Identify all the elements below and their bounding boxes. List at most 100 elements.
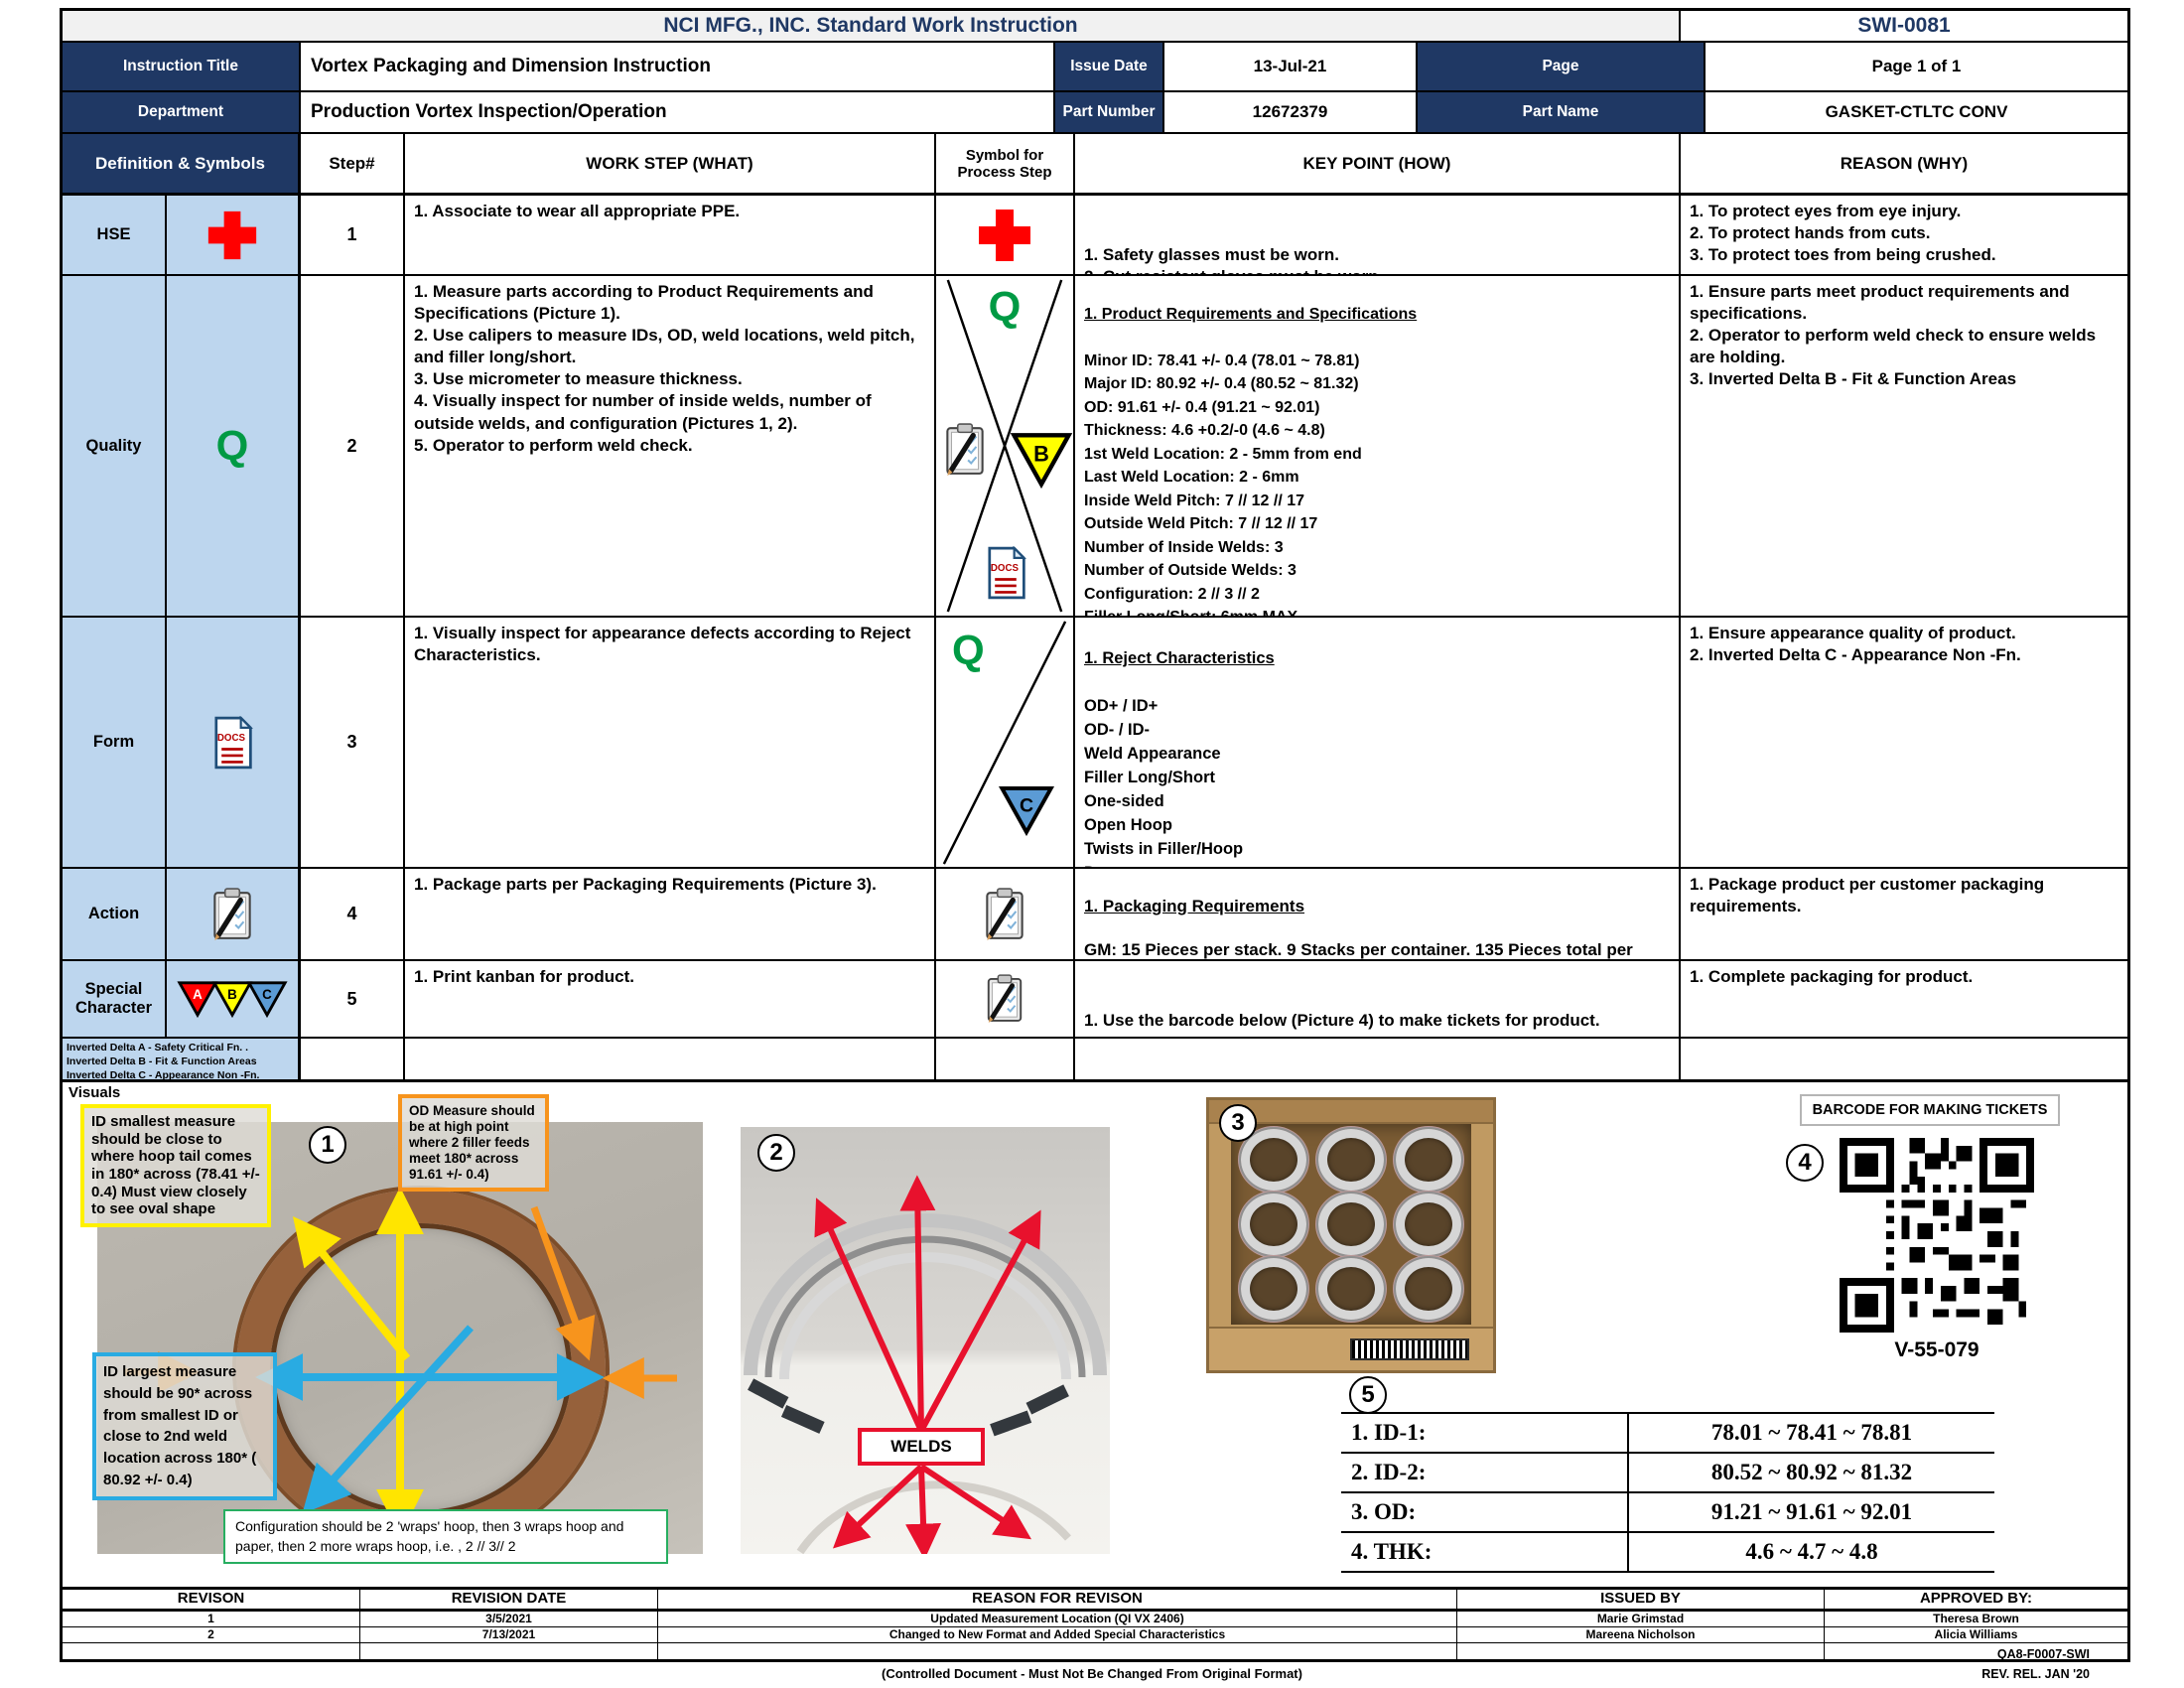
category-label-form: Form [63,618,167,869]
col-header-definition: Definition & Symbols [63,134,301,196]
gasket-stack [1241,1129,1306,1191]
clipboard-pencil-icon [209,888,255,941]
quality-q-icon: Q [952,630,985,671]
symbol-cell-hse [936,196,1075,276]
category-label-quality: Quality [63,276,167,618]
title-row: NCI MFG., INC. Standard Work Instruction… [63,11,2127,43]
welds-arrows-overlay [741,1127,1110,1554]
header-info-table: Instruction Title Vortex Packaging and D… [63,43,2127,134]
svg-text:A: A [193,987,203,1002]
visuals-section: Visuals [63,1082,2127,1590]
svg-text:B: B [227,987,237,1002]
rev-cell: 7/13/2021 [360,1627,658,1643]
key-point-body: Minor ID: 78.41 +/- 0.4 (78.01 ~ 78.81) … [1084,350,1670,619]
rev-cell: Mareena Nicholson [1457,1627,1825,1643]
gasket-stack [1396,1194,1461,1255]
rev-cell: Changed to New Format and Added Special … [658,1627,1457,1643]
department-value: Production Vortex Inspection/Operation [301,92,1055,134]
instruction-title-label: Instruction Title [63,43,301,92]
key-point-heading: 1. Packaging Requirements [1084,896,1670,917]
rev-col-header: REVISON [63,1590,360,1612]
box-barcode-strip [1350,1338,1469,1360]
work-instruction-table: Definition & Symbols Step# WORK STEP (WH… [63,134,2127,1082]
svg-text:B: B [1033,441,1049,466]
category-label-action: Action [63,869,167,961]
category-label-special-character: Special Character [63,961,167,1039]
rev-cell: Updated Measurement Location (QI VX 2406… [658,1612,1457,1627]
reason-cell: 1. Ensure appearance quality of product.… [1681,618,2127,869]
work-step-cell: 1. Visually inspect for appearance defec… [405,618,936,869]
category-label-hse: HSE [63,196,167,276]
box-front [1209,1327,1493,1370]
symbol-cell-special [936,961,1075,1039]
definition-icon-cell-form: DOCS [167,618,301,869]
col-header-key-point: KEY POINT (HOW) [1075,134,1681,196]
rev-col-header: REASON FOR REVISON [658,1590,1457,1612]
legend-line-b: Inverted Delta B - Fit & Function Areas [67,1055,294,1069]
svg-text:DOCS: DOCS [217,732,246,743]
dim-value: 4.6 ~ 4.7 ~ 4.8 [1629,1533,1994,1573]
empty-cell [936,1039,1075,1082]
rev-cell: Marie Grimstad [1457,1612,1825,1627]
clipboard-pencil-icon [982,888,1027,941]
col-header-reason: REASON (WHY) [1681,134,2127,196]
gasket-stack [1396,1129,1461,1191]
callout-id-largest: ID largest measure should be 90* across … [92,1352,277,1500]
empty-cell [1075,1039,1681,1082]
qr-code-graphic [1840,1138,2034,1333]
col-header-work-step: WORK STEP (WHAT) [405,134,936,196]
visuals-heading: Visuals [68,1084,120,1101]
barcode-id: V-55-079 [1840,1338,2034,1362]
key-point-cell: 1. Packaging Requirements GM: 15 Pieces … [1075,869,1681,961]
col-header-symbol: Symbol for Process Step [936,134,1075,196]
picture1-number-badge: 1 [309,1126,346,1164]
key-point-heading: 1. Reject Characteristics [1084,646,1670,670]
inverted-delta-c-icon: C [246,979,288,1019]
work-step-cell: 1. Package parts per Packaging Requireme… [405,869,936,961]
work-step-cell: 1. Measure parts according to Product Re… [405,276,936,618]
box-interior [1231,1124,1471,1325]
key-point-body: 1. Use the barcode below (Picture 4) to … [1084,1010,1670,1032]
key-point-body: GM: 15 Pieces per stack. 9 Stacks per co… [1084,939,1670,961]
definition-icon-cell-special: A B C [167,961,301,1039]
step-number: 2 [301,276,405,618]
rev-cell-empty [658,1643,1457,1659]
symbol-cell-form: Q C [936,618,1075,869]
gasket-stack [1318,1129,1384,1191]
work-step-cell: 1. Associate to wear all appropriate PPE… [405,196,936,276]
rev-cell: 3/5/2021 [360,1612,658,1627]
rev-cell: 1 [63,1612,360,1627]
symbol-cell-action [936,869,1075,961]
configuration-note: Configuration should be 2 'wraps' hoop, … [223,1509,668,1564]
definition-icon-cell-action [167,869,301,961]
gasket-stack [1396,1258,1461,1320]
step-number: 1 [301,196,405,276]
clipboard-pencil-icon [942,423,988,477]
picture2-welds-photo: WELDS [741,1127,1110,1554]
inverted-delta-c-icon: C [998,784,1055,836]
dim-label: 4. THK: [1341,1533,1629,1573]
step-number: 5 [301,961,405,1039]
reason-cell: 1. Package product per customer packagin… [1681,869,2127,961]
qr-code [1840,1138,2034,1333]
symbol-cell-quality: Q B DOCS [936,276,1075,618]
dim-value: 78.01 ~ 78.41 ~ 78.81 [1629,1414,1994,1454]
rev-cell: Alicia Williams [1825,1627,2127,1643]
dim-label: 2. ID-2: [1341,1454,1629,1493]
barcode-title: BARCODE FOR MAKING TICKETS [1800,1094,2060,1126]
dim-value: 80.52 ~ 80.92 ~ 81.32 [1629,1454,1994,1493]
dim-label: 3. OD: [1341,1493,1629,1533]
picture4-number-badge: 4 [1786,1144,1824,1182]
quality-q-icon: Q [216,425,249,467]
welds-label: WELDS [858,1428,985,1466]
part-number-value: 12672379 [1164,92,1418,134]
department-label: Department [63,92,301,134]
key-point-cell: 1. Product Requirements and Specificatio… [1075,276,1681,618]
callout-od-measure: OD Measure should be at high point where… [398,1094,549,1192]
picture5-number-badge: 5 [1349,1376,1387,1414]
svg-text:C: C [262,987,272,1002]
key-point-cell: 1. Reject Characteristics OD+ / ID+ OD- … [1075,618,1681,869]
dimension-table: 1. ID-1: 78.01 ~ 78.41 ~ 78.81 2. ID-2: … [1341,1412,1994,1573]
issue-date-label: Issue Date [1055,43,1164,92]
red-cross-icon [977,208,1032,263]
